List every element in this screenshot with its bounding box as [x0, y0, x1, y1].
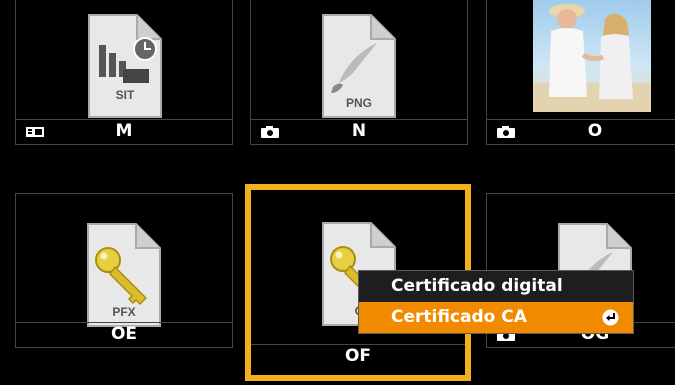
png-document-icon: PNG: [322, 14, 396, 118]
menu-item-certificado-digital[interactable]: Certificado digital: [359, 271, 633, 302]
enter-icon: [602, 309, 619, 326]
card-reader-icon: [26, 127, 44, 137]
camera-icon: [497, 126, 515, 138]
family-photo-image: [533, 0, 651, 112]
tile-label: OF: [344, 346, 372, 366]
menu-item-label: Certificado CA: [391, 307, 527, 327]
camera-icon: [261, 126, 279, 138]
svg-text:SIT: SIT: [116, 88, 135, 102]
png-file-thumbnail: PNG: [251, 0, 467, 120]
tile-label: M: [115, 121, 133, 141]
tile-label-bar: N: [251, 119, 467, 144]
file-tile-o[interactable]: O: [486, 0, 675, 145]
sit-file-thumbnail: SIT: [16, 0, 232, 120]
certificate-type-menu: Certificado digital Certificado CA: [358, 270, 634, 334]
photo-thumbnail: [487, 0, 675, 120]
svg-text:PNG: PNG: [346, 96, 372, 110]
menu-item-label: Certificado digital: [391, 276, 563, 296]
tile-label-bar: OE: [16, 322, 232, 347]
tile-label: OE: [110, 324, 138, 344]
tile-label-bar: M: [16, 119, 232, 144]
tile-label-bar: O: [487, 119, 675, 144]
tile-label: N: [351, 121, 367, 141]
file-tile-oe[interactable]: PFX OE: [15, 193, 233, 348]
file-tile-m[interactable]: SIT M: [15, 0, 233, 145]
tile-label: O: [587, 121, 603, 141]
sit-document-icon: SIT: [88, 14, 162, 118]
tile-label-bar: OF: [251, 344, 465, 369]
file-tile-n[interactable]: PNG N: [250, 0, 468, 145]
pfx-document-icon: PFX: [87, 223, 161, 327]
menu-item-certificado-ca[interactable]: Certificado CA: [359, 302, 633, 333]
pfx-file-thumbnail: PFX: [16, 194, 232, 327]
svg-text:PFX: PFX: [112, 305, 135, 319]
